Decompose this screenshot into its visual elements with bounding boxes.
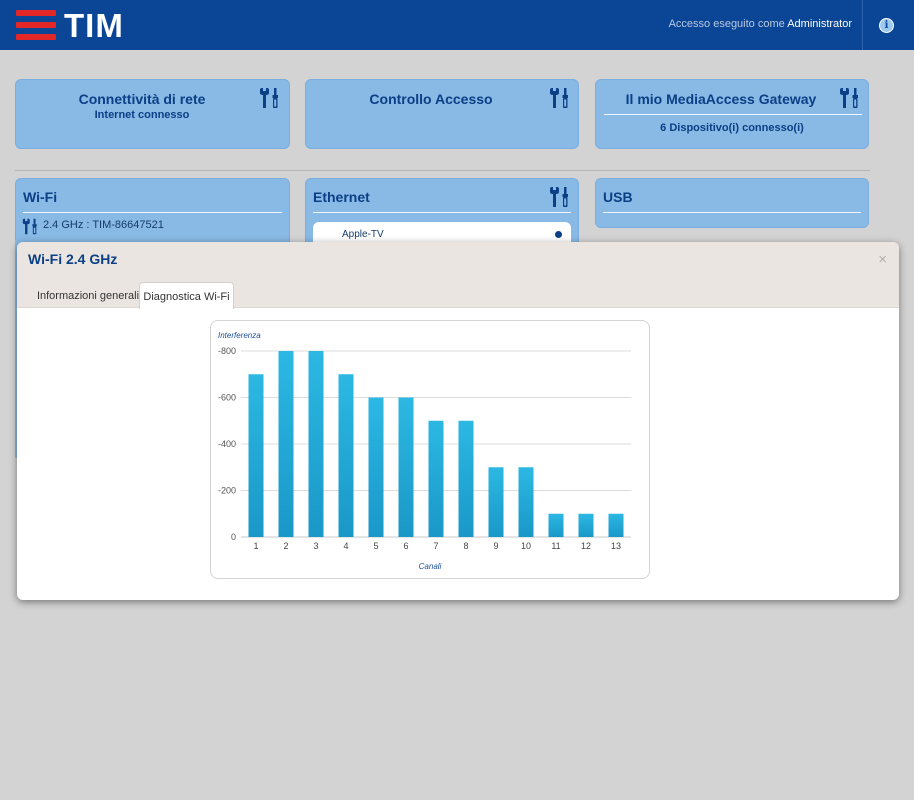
card-title: Connettività di rete [78, 91, 206, 107]
chart-bar[interactable] [278, 351, 294, 537]
chart-bar[interactable] [398, 397, 414, 538]
login-prefix: Accesso eseguito come [668, 18, 785, 30]
login-info: Accesso eseguito come Administrator [669, 18, 852, 30]
tools-icon[interactable] [549, 186, 571, 208]
card-status: Internet connesso [94, 109, 190, 121]
chart-bar[interactable] [338, 374, 354, 537]
card-title: Ethernet [313, 189, 370, 205]
card-connectivity[interactable]: Connettività di rete Internet connesso [15, 79, 290, 149]
y-tick-label: -800 [218, 346, 236, 356]
chart-bar[interactable] [368, 397, 384, 538]
chart-bar[interactable] [488, 467, 504, 537]
tools-icon[interactable] [549, 87, 571, 109]
modal-title: Wi-Fi 2.4 GHz [28, 251, 118, 267]
tim-logo-bars-icon [16, 10, 56, 40]
chart-bar[interactable] [608, 513, 624, 537]
y-tick-label: 0 [231, 532, 236, 542]
section-divider [15, 170, 870, 171]
card-title: USB [603, 189, 633, 205]
chart-bar[interactable] [428, 420, 444, 537]
modal-header: Wi-Fi 2.4 GHz × Informazioni generali Di… [17, 242, 899, 309]
ethernet-device-name: Apple-TV [342, 229, 384, 240]
x-tick-label: 4 [343, 541, 348, 551]
x-tick-label: 3 [313, 541, 318, 551]
wifi-modal: Wi-Fi 2.4 GHz × Informazioni generali Di… [17, 242, 899, 600]
x-tick-label: 1 [253, 541, 258, 551]
tab-general-info[interactable]: Informazioni generali [29, 282, 147, 308]
card-title: Controllo Accesso [369, 91, 493, 107]
tim-logo[interactable]: TIM [16, 7, 146, 44]
brand-name: TIM [64, 7, 124, 44]
tools-icon[interactable] [259, 87, 281, 109]
x-tick-label: 8 [463, 541, 468, 551]
chart-bar[interactable] [308, 351, 324, 537]
chart-bar[interactable] [578, 513, 594, 537]
info-icon[interactable]: i [879, 18, 894, 33]
x-tick-label: 13 [611, 541, 621, 551]
chart-bar[interactable] [248, 374, 264, 537]
x-tick-label: 11 [551, 541, 560, 551]
x-tick-label: 7 [433, 541, 438, 551]
y-tick-label: -200 [218, 486, 236, 496]
status-dot-icon [555, 231, 562, 238]
card-status: 6 Dispositivo(i) connesso(i) [660, 122, 804, 134]
card-divider [603, 212, 861, 213]
top-header: TIM Accesso eseguito come Administrator … [0, 0, 914, 50]
tools-icon[interactable] [839, 87, 861, 109]
chart-bar[interactable] [458, 420, 474, 537]
interference-chart-svg: -800-600-400-2000 1 2 3 4 5 6 7 8 9 10 11 12 13 Inte… [218, 331, 631, 571]
y-tick-label: -600 [218, 393, 236, 403]
tools-icon[interactable] [22, 218, 39, 235]
tab-wifi-diagnostics[interactable]: Diagnostica Wi-Fi [139, 282, 234, 309]
card-divider [604, 114, 862, 115]
y-axis-label: Interferenza [218, 331, 261, 340]
wifi-network-label[interactable]: 2.4 GHz : TIM-86647521 [43, 219, 164, 231]
x-tick-label: 5 [373, 541, 378, 551]
x-axis-label: Canali [419, 562, 442, 571]
card-divider [313, 212, 571, 213]
card-title: Wi-Fi [23, 189, 58, 205]
chart-bar[interactable] [518, 467, 534, 537]
close-icon[interactable]: × [878, 251, 887, 268]
x-tick-label: 2 [283, 541, 288, 551]
x-tick-label: 6 [403, 541, 408, 551]
card-access-control[interactable]: Controllo Accesso [305, 79, 579, 149]
card-gateway[interactable]: Il mio MediaAccess Gateway 6 Dispositivo… [595, 79, 869, 149]
card-usb[interactable]: USB [595, 178, 869, 228]
header-divider [862, 0, 863, 50]
y-tick-label: -400 [218, 439, 236, 449]
x-tick-label: 10 [521, 541, 531, 551]
chart-bar[interactable] [548, 513, 564, 537]
card-title: Il mio MediaAccess Gateway [625, 91, 817, 107]
x-tick-label: 9 [493, 541, 498, 551]
x-tick-label: 12 [581, 541, 591, 551]
login-user[interactable]: Administrator [787, 18, 852, 30]
interference-chart: -800 -600 -400 -200 0 1 2 3 4 5 6 7 8 9 10 11 12 13 Inte… [210, 320, 650, 579]
card-divider [23, 212, 282, 213]
